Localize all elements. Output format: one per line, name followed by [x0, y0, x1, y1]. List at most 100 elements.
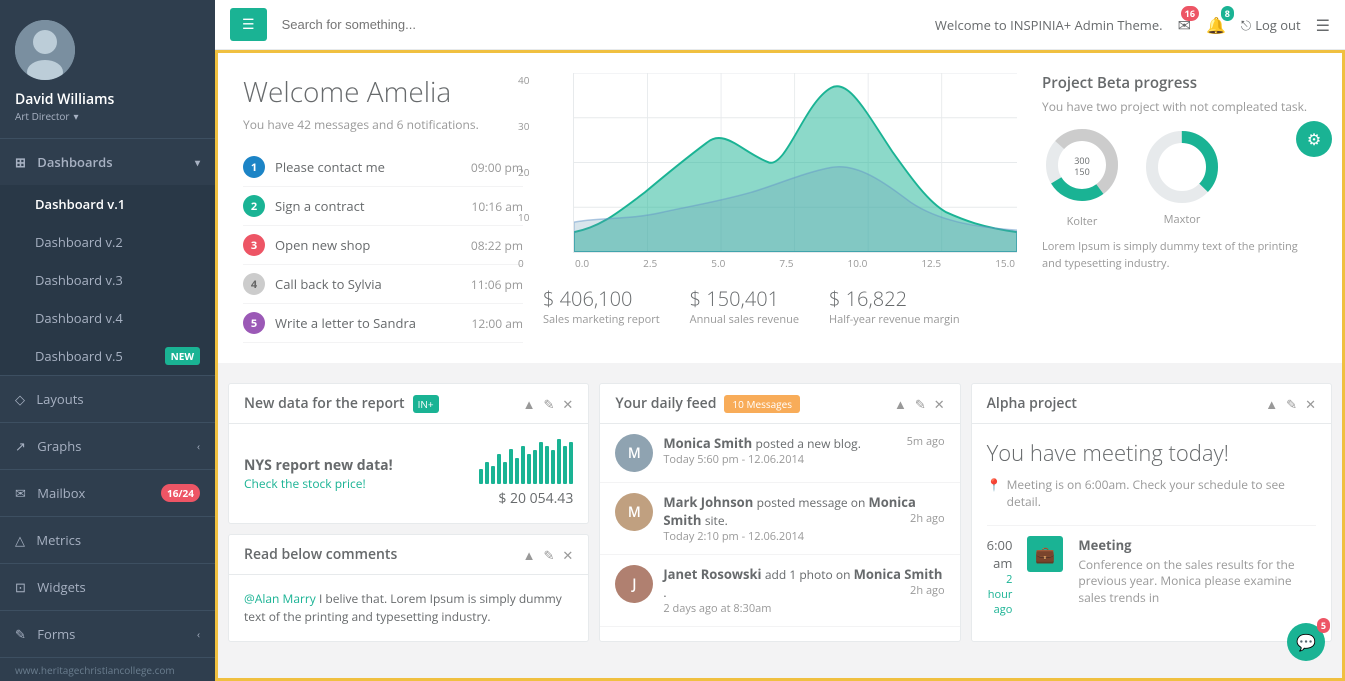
task-item: 4 Call back to Sylvia 11:06 pm [243, 265, 523, 304]
task-num-1: 1 [243, 156, 265, 178]
comments-panel-controls: ▲ ✎ ✕ [523, 546, 574, 564]
meeting-hour: 6:00 am [987, 536, 1013, 572]
gear-button[interactable]: ⚙ [1296, 121, 1332, 157]
bar [521, 446, 525, 484]
bar [563, 446, 567, 484]
sidebar-item-dashboard-v3[interactable]: Dashboard v.3 [0, 261, 215, 299]
sidebar-item-dashboard-v5[interactable]: Dashboard v.5 NEW [0, 337, 215, 375]
task-num-2: 2 [243, 195, 265, 217]
sidebar-item-widgets[interactable]: ⊡ Widgets [0, 563, 215, 610]
feed-avatar-3: J [615, 565, 653, 603]
logout-icon: ⎋ [1241, 16, 1251, 34]
feed-text-2: Mark Johnson posted message on Monica Sm… [663, 493, 944, 544]
bar [569, 442, 573, 484]
welcome-section-wrapper: Welcome Amelia You have 42 messages and … [218, 53, 1342, 363]
meeting-ago: 2 hour ago [987, 572, 1013, 617]
feed-name-3: Janet Rosowski [663, 565, 761, 583]
layouts-icon: ◇ [15, 390, 25, 408]
feed-panel-title: Your daily feed [615, 394, 716, 413]
sidebar-item-metrics[interactable]: △ Metrics [0, 516, 215, 563]
comments-panel-body: @Alan Marry I belive that. Lorem Ipsum i… [229, 575, 588, 641]
nys-chart-area: $ 20 054.43 [479, 439, 573, 508]
donut-maxtor: Maxtor [1142, 127, 1222, 227]
sidebar: David Williams Art Director ▾ ⊞ Dashboar… [0, 0, 215, 681]
sidebar-item-dashboard-v2[interactable]: Dashboard v.2 [0, 223, 215, 261]
sidebar-item-forms[interactable]: ✎ Forms ‹ [0, 610, 215, 657]
settings-icon-button[interactable]: ☰ [1316, 14, 1330, 36]
task-label-4: Call back to Sylvia [275, 275, 382, 293]
collapse-icon-3[interactable]: ▲ [894, 395, 907, 413]
bar [497, 454, 501, 484]
collapse-icon-4[interactable]: ▲ [1265, 395, 1278, 413]
close-icon-4[interactable]: ✕ [1305, 395, 1316, 413]
task-item: 2 Sign a contract 10:16 am [243, 187, 523, 226]
widgets-icon: ⊡ [15, 578, 26, 596]
header-right: Welcome to INSPINIA+ Admin Theme. ✉ 16 🔔… [935, 14, 1330, 36]
chevron-left-icon: ‹ [197, 439, 200, 453]
menu-toggle-button[interactable]: ☰ [230, 8, 267, 41]
comments-panel-header: Read below comments ▲ ✎ ✕ [229, 535, 588, 575]
feed-name-1: Monica Smith [663, 434, 752, 452]
feed-text-1: Monica Smith posted a new blog. 5m ago T… [663, 434, 944, 472]
task-time-1: 09:00 pm [471, 159, 523, 176]
mention: @Alan Marry [244, 590, 316, 607]
close-icon-3[interactable]: ✕ [934, 395, 945, 413]
nys-link[interactable]: Check the stock price! [244, 475, 393, 492]
profile-role[interactable]: Art Director ▾ [15, 109, 79, 123]
bar [503, 462, 507, 484]
donut-label-kolter: Kolter [1067, 214, 1098, 229]
comments-panel: Read below comments ▲ ✎ ✕ @Alan Marry I … [228, 534, 589, 642]
close-icon[interactable]: ✕ [562, 395, 573, 413]
main-content: ☰ Welcome to INSPINIA+ Admin Theme. ✉ 16… [215, 0, 1345, 681]
avatar [15, 20, 75, 80]
sidebar-item-dashboard-v4[interactable]: Dashboard v.4 [0, 299, 215, 337]
bottom-row: New data for the report IN+ ▲ ✎ ✕ NYS r [218, 373, 1342, 652]
bar [557, 439, 561, 484]
meeting-detail: Meeting Conference on the sales results … [1078, 536, 1316, 617]
feed-text-3: Janet Rosowski add 1 photo on Monica Smi… [663, 565, 944, 616]
sidebar-item-mailbox[interactable]: ✉ Mailbox 16/24 [0, 469, 215, 516]
sidebar-item-graphs[interactable]: ↗ Graphs ‹ [0, 422, 215, 469]
chart-y-labels: 40 30 20 10 0 [518, 73, 529, 270]
collapse-icon-2[interactable]: ▲ [523, 546, 536, 564]
nys-text: NYS report new data! Check the stock pri… [244, 456, 393, 492]
stat-item-halfyear: $ 16,822 Half-year revenue margin [829, 285, 960, 327]
search-input[interactable] [277, 12, 925, 37]
feed-avatar-1: M [615, 434, 653, 472]
stat-label-annual: Annual sales revenue [690, 312, 799, 327]
mail-icon-button[interactable]: ✉ 16 [1178, 14, 1191, 36]
collapse-icon[interactable]: ▲ [523, 395, 536, 413]
settings-wrench-icon[interactable]: ✎ [544, 395, 555, 413]
chevron-down-icon: ▾ [195, 155, 200, 169]
settings-wrench-icon-4[interactable]: ✎ [1286, 395, 1297, 413]
settings-wrench-icon-2[interactable]: ✎ [544, 546, 555, 564]
settings-wrench-icon-3[interactable]: ✎ [915, 395, 926, 413]
meeting-desc: Conference on the sales results for the … [1078, 557, 1316, 607]
nav-section-header-dashboards[interactable]: ⊞ Dashboards ▾ [0, 139, 215, 185]
sidebar-item-layouts[interactable]: ◇ Layouts [0, 375, 215, 422]
logout-button[interactable]: ⎋ Log out [1241, 16, 1301, 34]
close-icon-2[interactable]: ✕ [562, 546, 573, 564]
chat-bubble-button[interactable]: 💬 5 [1287, 623, 1325, 661]
chart-area: 40 30 20 10 0 [543, 73, 1017, 343]
sidebar-item-dashboard-v1[interactable]: Dashboard v.1 [0, 185, 215, 223]
project-beta-title: Project Beta progress [1042, 73, 1312, 93]
report-panel-title: New data for the report [244, 394, 405, 413]
bar [485, 462, 489, 484]
feed-name-2: Mark Johnson [663, 493, 753, 511]
bar [479, 469, 483, 484]
alpha-meeting-notice: 📍 Meeting is on 6:00am. Check your sched… [987, 476, 1316, 510]
stat-value-sales: $ 406,100 [543, 285, 660, 312]
chevron-left-icon-forms: ‹ [197, 627, 200, 641]
task-num-3: 3 [243, 234, 265, 256]
alpha-panel-title: Alpha project [987, 394, 1077, 413]
welcome-subtitle: You have 42 messages and 6 notifications… [243, 116, 523, 133]
report-panel-title-row: New data for the report IN+ [244, 394, 439, 413]
bell-icon-button[interactable]: 🔔 8 [1206, 14, 1226, 36]
comment-text: @Alan Marry I belive that. Lorem Ipsum i… [244, 590, 573, 626]
graphs-icon: ↗ [15, 437, 26, 455]
report-panel-body: NYS report new data! Check the stock pri… [229, 424, 588, 523]
alpha-panel-wrapper: Alpha project ▲ ✎ ✕ You have meeting tod… [971, 383, 1332, 642]
sidebar-profile: David Williams Art Director ▾ [0, 0, 215, 138]
forms-icon: ✎ [15, 625, 26, 643]
